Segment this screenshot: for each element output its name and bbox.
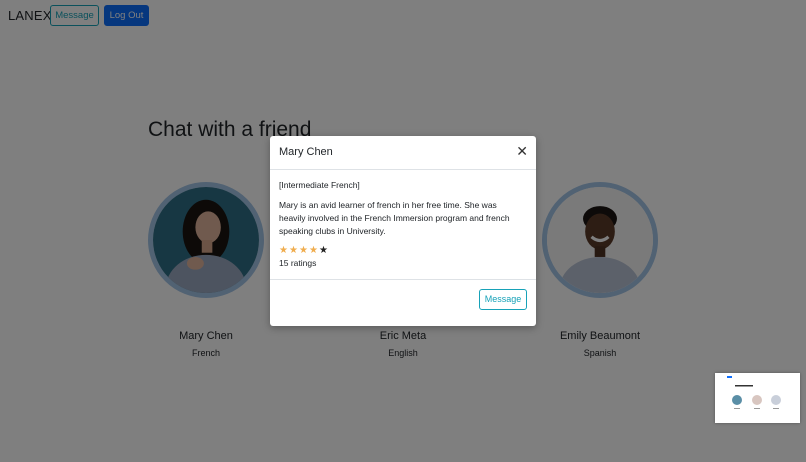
star-filled-icon: ★	[279, 245, 288, 256]
modal-footer: Message	[270, 280, 536, 326]
star-empty-icon: ★	[319, 245, 328, 256]
language-level: [Intermediate French]	[279, 180, 360, 190]
ratings-count: 15 ratings	[279, 258, 317, 268]
friend-description: Mary is an avid learner of french in her…	[279, 200, 510, 236]
modal-title: Mary Chen	[279, 146, 333, 158]
star-filled-icon: ★	[289, 245, 298, 256]
screenshot-thumbnail[interactable]	[715, 373, 800, 423]
star-rating: ★★★★★	[279, 245, 527, 256]
modal-body: [Intermediate French] Mary is an avid le…	[270, 170, 536, 280]
star-filled-icon: ★	[299, 245, 308, 256]
modal-message-button[interactable]: Message	[479, 289, 527, 310]
modal-header: Mary Chen ✕	[270, 136, 536, 170]
friend-profile-modal: Mary Chen ✕ [Intermediate French] Mary i…	[270, 136, 536, 326]
thumbnail-preview-image	[715, 373, 800, 423]
close-icon[interactable]: ✕	[516, 143, 528, 159]
star-filled-icon: ★	[309, 245, 318, 256]
